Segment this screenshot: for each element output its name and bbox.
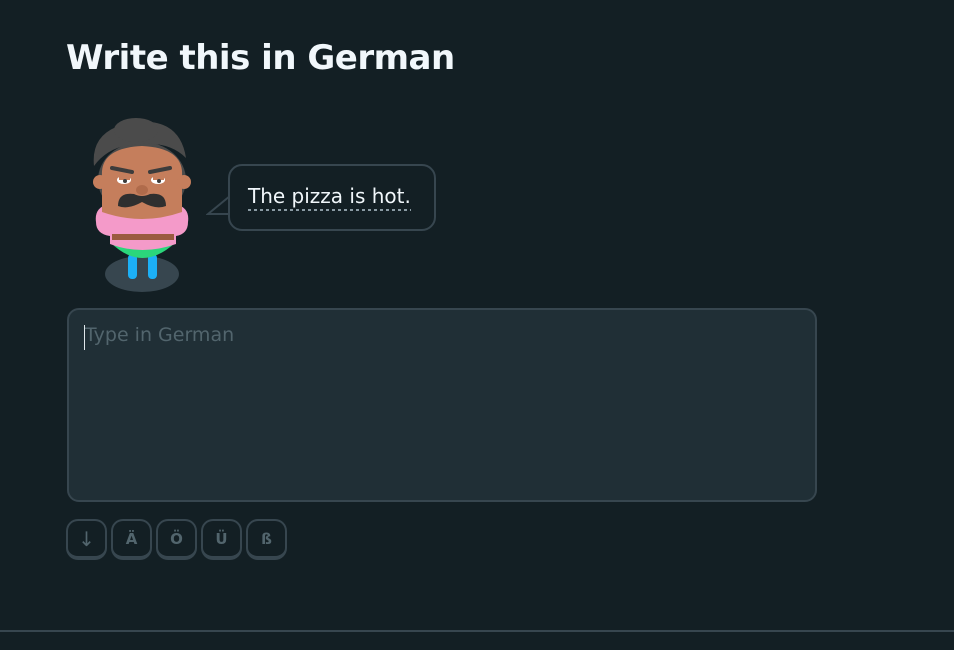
footer-divider	[0, 630, 954, 632]
key-eszett[interactable]: ß	[246, 519, 287, 560]
key-a-umlaut[interactable]: Ä	[111, 519, 152, 560]
special-character-keys: ↓ Ä Ö Ü ß	[66, 519, 287, 560]
speech-bubble-tail	[206, 196, 230, 215]
answer-input[interactable]	[67, 308, 817, 502]
text-cursor	[84, 325, 85, 350]
character-illustration	[93, 118, 191, 292]
key-o-umlaut[interactable]: Ö	[156, 519, 197, 560]
toggle-keyboard-button[interactable]: ↓	[66, 519, 107, 560]
key-u-umlaut[interactable]: Ü	[201, 519, 242, 560]
challenge-page: Write this in German The pizza is hot. T…	[0, 0, 954, 650]
speech-bubble: The pizza is hot.	[228, 164, 436, 231]
prompt-sentence[interactable]: The pizza is hot.	[248, 184, 411, 211]
page-title: Write this in German	[66, 38, 455, 78]
